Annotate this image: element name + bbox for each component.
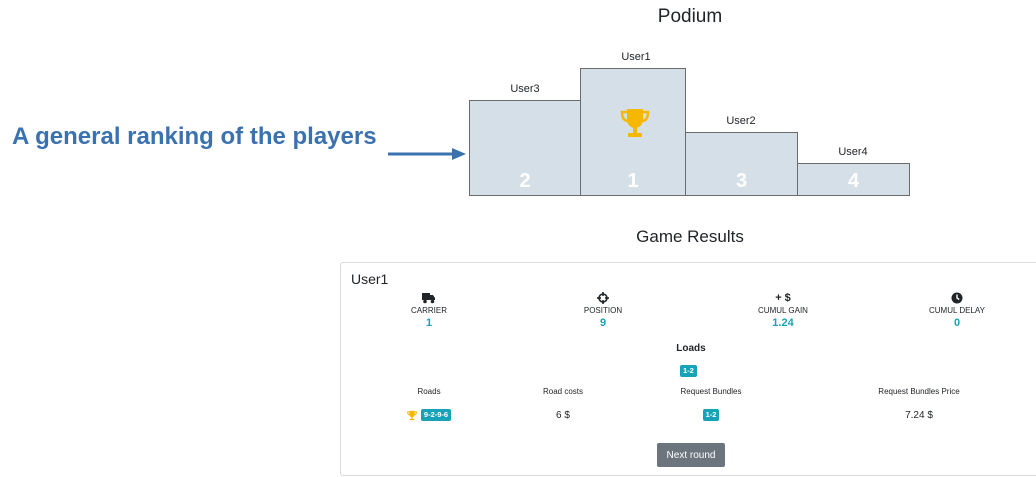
roads-badge: 9-2-9-6 [420, 409, 452, 421]
truck-icon [422, 293, 435, 304]
stat-label: CUMUL DELAY [928, 306, 985, 315]
podium-rank: 4 [847, 170, 860, 192]
stat-value: 1 [425, 317, 433, 329]
column-request-bundles: Request Bundles 1-2 [631, 387, 791, 422]
request-bundles-badge: 1-2 [702, 409, 720, 421]
stat-label: CUMUL GAIN [758, 306, 808, 315]
trophy-icon [620, 109, 650, 137]
road-costs-value: 6 $ [556, 409, 570, 421]
column-label: Request Bundles [680, 387, 742, 396]
podium-step-second: 2 [469, 100, 581, 196]
podium-rank: 1 [627, 170, 639, 192]
podium-step-first: 1 [580, 68, 686, 196]
stat-cumul-delay: CUMUL DELAY 0 [887, 291, 1027, 330]
podium-step-fourth: 4 [797, 163, 910, 196]
next-round-button[interactable]: Next round [657, 443, 725, 467]
stat-cumul-gain: + $ CUMUL GAIN 1.24 [713, 291, 853, 330]
column-label: Road costs [542, 387, 584, 396]
annotation-text: A general ranking of the players [12, 123, 377, 150]
podium-title: Podium [657, 6, 723, 27]
stat-label: CARRIER [410, 306, 447, 315]
plus-dollar-icon: + $ [775, 292, 791, 304]
results-title: Game Results [636, 227, 744, 246]
clock-icon [951, 292, 963, 304]
stat-carrier: CARRIER 1 [359, 291, 499, 330]
column-request-bundles-price: Request Bundles Price 7.24 $ [839, 387, 999, 422]
stat-value: 1.24 [772, 317, 794, 329]
podium-rank: 2 [519, 170, 531, 192]
podium-user-first: User1 [621, 51, 651, 63]
stat-position: POSITION 9 [533, 291, 673, 330]
podium-user-second: User3 [510, 83, 540, 95]
loads-title: Loads [676, 343, 706, 354]
result-card: User1 CARRIER 1 POSITION 9 + $ CUMUL GAI… [340, 262, 1036, 476]
crosshair-icon [597, 292, 609, 304]
trophy-icon [407, 410, 417, 420]
request-bundles-price-value: 7.24 $ [905, 409, 933, 421]
column-road-costs: Road costs 6 $ [483, 387, 643, 422]
stat-label: POSITION [583, 306, 623, 315]
loads-badge: 1-2 [680, 365, 697, 377]
card-user-name: User1 [351, 271, 389, 287]
podium-user-fourth: User4 [838, 146, 868, 158]
column-label: Request Bundles Price [878, 387, 960, 396]
podium-step-third: 3 [685, 132, 798, 196]
stat-value: 9 [599, 317, 607, 329]
stat-value: 0 [953, 317, 961, 329]
arrow-right-icon [388, 148, 466, 160]
podium-rank: 3 [735, 170, 748, 192]
podium-user-third: User2 [726, 115, 756, 127]
